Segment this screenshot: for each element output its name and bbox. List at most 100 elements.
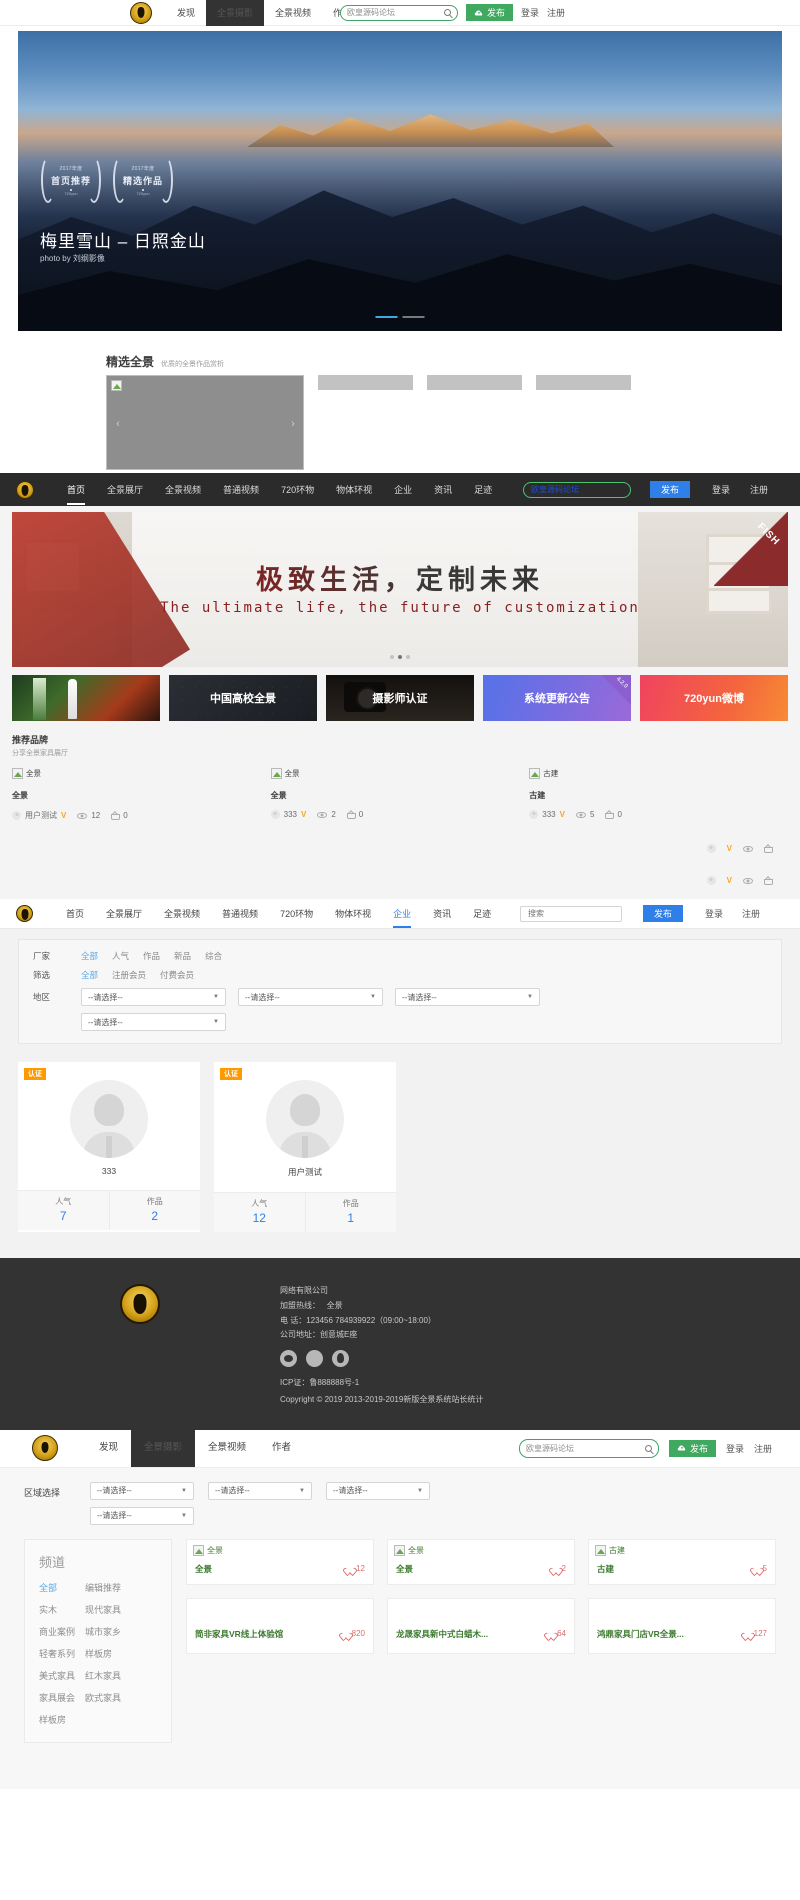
- carousel-dot-1[interactable]: [375, 316, 398, 318]
- nav-item-720-object[interactable]: 720环物: [269, 907, 324, 920]
- nav-item-object-view[interactable]: 物体环视: [325, 483, 383, 496]
- shield-logo-icon[interactable]: [16, 480, 34, 499]
- search-box[interactable]: [518, 1438, 659, 1458]
- nav-item-discover[interactable]: 发现: [166, 0, 206, 26]
- card-likes[interactable]: 820: [342, 1629, 365, 1638]
- channel-item-mahogany[interactable]: 红木家具: [85, 1669, 121, 1682]
- search-icon[interactable]: [443, 9, 451, 16]
- carousel-dot-1[interactable]: [390, 655, 394, 659]
- region-select-province[interactable]: --请选择-- ▼: [81, 988, 226, 1006]
- carousel-dot-2[interactable]: [402, 316, 425, 318]
- weibo-icon[interactable]: [306, 1350, 323, 1368]
- nav-item-object-view[interactable]: 物体环视: [324, 907, 382, 920]
- filter-option-all[interactable]: 全部: [81, 950, 98, 962]
- login-link[interactable]: 登录: [712, 483, 730, 496]
- publish-button[interactable]: 发布: [643, 905, 684, 922]
- enterprise-card[interactable]: 认证 用户测试 人气 12 作品 1: [214, 1062, 396, 1232]
- region-select-street[interactable]: --请选择-- ▼: [90, 1506, 194, 1525]
- brand-item-partial[interactable]: V: [529, 835, 788, 853]
- nav-item-news[interactable]: 资讯: [423, 483, 463, 496]
- panorama-card[interactable]: 龙晟家具新中式白蜡木... 64: [387, 1597, 575, 1654]
- card-likes[interactable]: 2: [552, 1564, 566, 1573]
- brand-author[interactable]: 333 V: [529, 810, 565, 819]
- enterprise-card[interactable]: 认证 333 人气 7 作品 2: [18, 1062, 200, 1232]
- featured-image-placeholder[interactable]: [106, 375, 304, 470]
- promo-card-rocket[interactable]: [12, 675, 160, 721]
- panorama-card[interactable]: 全景 全景 12: [186, 1538, 374, 1585]
- search-icon[interactable]: [644, 1444, 652, 1452]
- region-select-street[interactable]: --请选择-- ▼: [81, 1013, 226, 1031]
- nav-item-panorama-video[interactable]: 全景视频: [195, 1429, 259, 1467]
- channel-item-european-furniture[interactable]: 欧式家具: [85, 1691, 121, 1704]
- brand-author[interactable]: 用户测试 V: [12, 810, 66, 821]
- region-select-district[interactable]: --请选择-- ▼: [395, 988, 540, 1006]
- filter-option-all[interactable]: 全部: [81, 969, 98, 981]
- register-link[interactable]: 注册: [547, 6, 565, 19]
- nav-item-enterprise[interactable]: 企业: [383, 483, 423, 496]
- shield-logo-icon[interactable]: [16, 905, 33, 922]
- channel-item-light-luxury[interactable]: 轻奢系列: [39, 1647, 75, 1660]
- publish-button[interactable]: 发布: [668, 1439, 716, 1457]
- wechat-icon[interactable]: [280, 1350, 297, 1368]
- search-input[interactable]: [528, 909, 614, 918]
- card-likes[interactable]: 127: [744, 1629, 767, 1638]
- promo-card-weibo[interactable]: 720yun微博: [640, 675, 788, 721]
- hero-banner[interactable]: 2017年度 首页推荐 720yun 2017年度 精选作品 720yun 梅里…: [18, 31, 782, 331]
- search-box[interactable]: [520, 905, 622, 922]
- channel-item-all[interactable]: 全部: [39, 1581, 75, 1594]
- login-link[interactable]: 登录: [705, 907, 723, 920]
- nav-item-home[interactable]: 首页: [56, 483, 96, 505]
- promo-card-university[interactable]: 中国高校全景: [169, 675, 317, 721]
- qq-icon[interactable]: [332, 1350, 349, 1368]
- channel-item-furniture-expo[interactable]: 家具展会: [39, 1691, 75, 1704]
- nav-item-footprint[interactable]: 足迹: [463, 483, 503, 496]
- channel-item-commercial-case[interactable]: 商业案例: [39, 1625, 75, 1638]
- filter-option-works[interactable]: 作品: [143, 950, 160, 962]
- carousel-next-button[interactable]: ›: [286, 417, 300, 431]
- nav-item-panorama-photo[interactable]: 全景摄影: [131, 1429, 196, 1468]
- promo-card-system-update[interactable]: 4.2.0 系统更新公告: [483, 675, 631, 721]
- search-box[interactable]: [523, 481, 631, 498]
- panorama-card[interactable]: 全景 全景 2: [387, 1538, 575, 1585]
- hero-carousel-dots[interactable]: [375, 316, 425, 318]
- region-select-district[interactable]: --请选择-- ▼: [326, 1481, 430, 1500]
- region-select-city[interactable]: --请选择-- ▼: [208, 1481, 312, 1500]
- nav-item-panorama-video[interactable]: 全景视频: [154, 483, 212, 496]
- channel-item-american-furniture[interactable]: 美式家具: [39, 1669, 75, 1682]
- promo-banner[interactable]: FISH 极致生活，定制未来 The ultimate life, the fu…: [12, 512, 788, 667]
- publish-button[interactable]: 发布: [465, 4, 513, 21]
- channel-item-modern-furniture[interactable]: 现代家具: [85, 1603, 121, 1616]
- channel-item-editor-pick[interactable]: 编辑推荐: [85, 1581, 121, 1594]
- register-link[interactable]: 注册: [754, 1442, 772, 1455]
- filter-option-paid[interactable]: 付费会员: [160, 969, 194, 981]
- filter-option-registered[interactable]: 注册会员: [112, 969, 146, 981]
- nav-item-normal-video[interactable]: 普通视频: [212, 483, 270, 496]
- panorama-card[interactable]: 古建 古建 5: [588, 1538, 776, 1585]
- brand-item[interactable]: 古建 古建 333 V 5 0: [529, 768, 788, 821]
- channel-item-solid-wood[interactable]: 实木: [39, 1603, 75, 1616]
- brand-item[interactable]: 全景 全景 用户测试 V 12 0: [12, 768, 271, 821]
- panorama-card[interactable]: 简非家具VR线上体验馆 820: [186, 1597, 374, 1654]
- filter-option-popularity[interactable]: 人气: [112, 950, 129, 962]
- promo-card-photographer-cert[interactable]: 摄影师认证: [326, 675, 474, 721]
- card-likes[interactable]: 64: [547, 1629, 566, 1638]
- nav-item-panorama-video[interactable]: 全景视频: [264, 0, 322, 26]
- panorama-card[interactable]: 鸿鼎家具门店VR全景... 127: [588, 1597, 776, 1654]
- register-link[interactable]: 注册: [742, 907, 760, 920]
- filter-option-new[interactable]: 新品: [174, 950, 191, 962]
- banner-carousel-dots[interactable]: [390, 655, 410, 659]
- nav-item-panorama-photo[interactable]: 全景摄影: [206, 0, 265, 26]
- nav-item-panorama-video[interactable]: 全景视频: [153, 907, 211, 920]
- nav-item-720-object[interactable]: 720环物: [270, 483, 325, 496]
- channel-item-show-house-2[interactable]: 样板房: [85, 1647, 121, 1660]
- nav-item-enterprise[interactable]: 企业: [382, 907, 422, 928]
- search-input[interactable]: [531, 485, 623, 494]
- card-likes[interactable]: 12: [346, 1564, 365, 1573]
- shield-logo-icon[interactable]: [32, 1435, 58, 1462]
- nav-item-news[interactable]: 资讯: [422, 907, 462, 920]
- nav-item-panorama-hall[interactable]: 全景展厅: [95, 907, 153, 920]
- brand-item-partial[interactable]: V: [529, 867, 788, 885]
- nav-item-discover[interactable]: 发现: [86, 1429, 131, 1467]
- register-link[interactable]: 注册: [750, 483, 768, 496]
- search-input[interactable]: [525, 1443, 645, 1453]
